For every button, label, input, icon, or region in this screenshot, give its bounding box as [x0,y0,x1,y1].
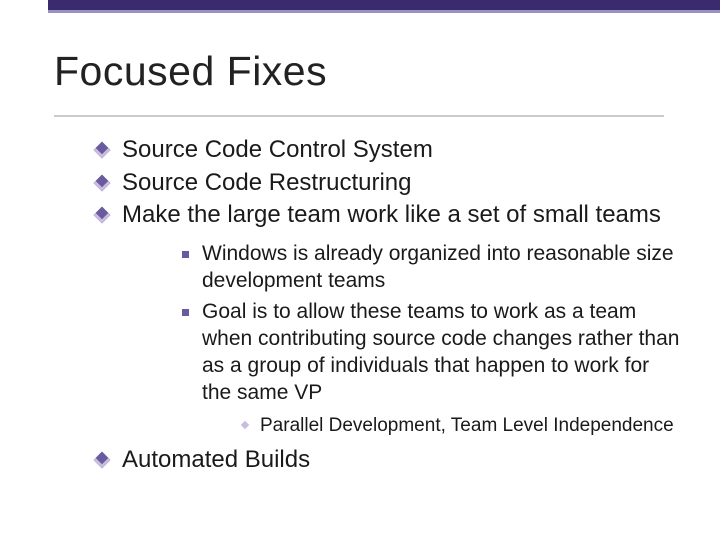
bullet-text: Make the large team work like a set of s… [122,201,661,228]
title-underline [54,115,664,117]
subsub-list: Parallel Development, Team Level Indepen… [242,414,680,439]
sub-item: Windows is already organized into reason… [182,241,680,295]
bullet-item: Make the large team work like a set of s… [100,200,680,439]
bullet-item: Source Code Control System [100,135,680,166]
bullet-item: Automated Builds [100,445,680,476]
sub-item: Goal is to allow these teams to work as … [182,299,680,439]
sub-text: Goal is to allow these teams to work as … [202,300,679,404]
slide: Focused Fixes Source Code Control System… [0,0,720,540]
bullet-item: Source Code Restructuring [100,168,680,199]
subsub-item: Parallel Development, Team Level Indepen… [242,414,680,439]
bullet-list: Source Code Control System Source Code R… [100,135,680,476]
slide-title: Focused Fixes [54,48,680,95]
sub-list: Windows is already organized into reason… [182,241,680,439]
header-bar [48,0,720,10]
